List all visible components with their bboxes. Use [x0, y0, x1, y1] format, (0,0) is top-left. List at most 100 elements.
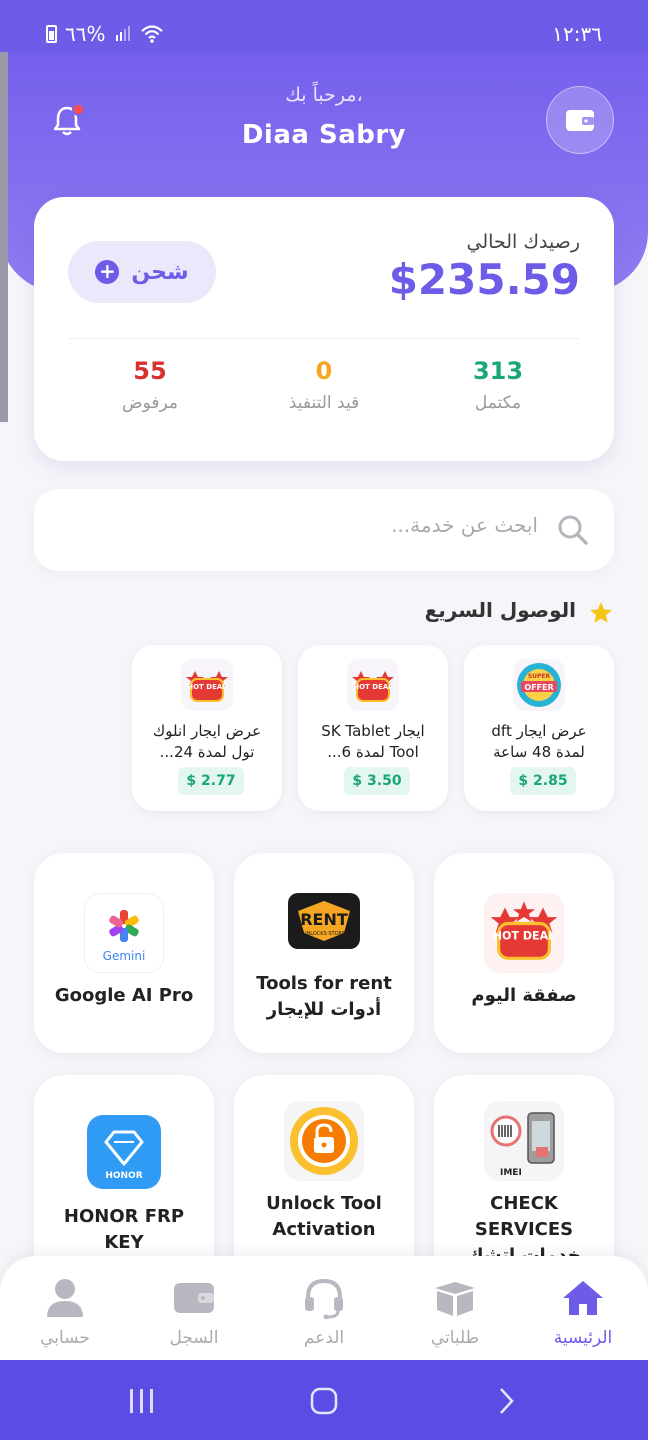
battery-level: ٦٦% [65, 22, 106, 46]
quick-item-name-line1: عرض ايجار dft [491, 722, 587, 740]
quick-item-price: $ 2.77 [178, 767, 244, 795]
stat-rejected: 55 مرفوض [80, 357, 220, 413]
honor-icon: HONOR [87, 1115, 161, 1189]
quick-item-name: عرض ايجار انلوك تول لمدة 24... [140, 721, 274, 763]
imei-check-icon: IMEI [484, 1101, 564, 1181]
stat-rejected-label: مرفوض [122, 393, 178, 413]
status-icons: ٦٦% [46, 22, 164, 46]
quick-item[interactable]: SUPER OFFER عرض ايجار dft لمدة 48 ساعة $ 2… [464, 645, 614, 811]
service-name-line2: أدوات للإيجار [266, 999, 382, 1020]
quick-item[interactable]: HOT DEAL ايجار SK Tablet Tool لمدة 6... $… [298, 645, 448, 811]
home-system-button[interactable] [304, 1384, 344, 1418]
svg-text:SUPER: SUPER [528, 673, 551, 680]
search-icon [558, 515, 588, 545]
svg-text:HOT DEAL: HOT DEAL [353, 683, 393, 691]
nav-orders-label: طلباتي [430, 1328, 480, 1348]
user-icon [41, 1276, 89, 1320]
service-name-line1: CHECK SERVICES [474, 1193, 574, 1240]
quick-item-name-line1: عرض ايجار انلوك [152, 722, 262, 740]
service-name: HONOR FRP KEY [42, 1204, 206, 1256]
service-name: Google AI Pro [42, 983, 206, 1009]
svg-text:IMEI: IMEI [500, 1168, 522, 1178]
quick-item-name-line2: Tool لمدة 6... [327, 743, 419, 761]
nav-home[interactable]: الرئيسية [528, 1276, 638, 1348]
service-name-line1: Google AI Pro [54, 985, 194, 1006]
back-button[interactable] [486, 1384, 526, 1418]
search-input[interactable]: ابحث عن خدمة... [34, 489, 614, 571]
plus-icon: + [95, 260, 120, 284]
service-name-line2: Activation [272, 1219, 376, 1240]
quick-item-name-line1: ايجار SK Tablet [321, 722, 425, 740]
quick-item-name: عرض ايجار dft لمدة 48 ساعة [472, 721, 606, 763]
offer-badge-icon: SUPER OFFER [513, 659, 565, 711]
headset-icon [300, 1276, 348, 1320]
nav-support[interactable]: الدعم [269, 1276, 379, 1348]
balance-label: رصيدك الحالي [466, 231, 580, 253]
battery-icon [46, 25, 57, 43]
charge-button[interactable]: + شحن [68, 241, 216, 303]
quick-item[interactable]: HOT DEAL عرض ايجار انلوك تول لمدة 24... $… [132, 645, 282, 811]
svg-text:HOT DEAL: HOT DEAL [493, 929, 556, 942]
stat-pending-label: قيد التنفيذ [288, 393, 360, 413]
rent-unlocks-store-icon: RENT UNLOCKS STORE [284, 881, 364, 961]
service-name: Tools for rent أدوات للإيجار [242, 971, 406, 1023]
recents-icon [130, 1389, 153, 1413]
recents-button[interactable] [122, 1384, 162, 1418]
svg-text:Gemini: Gemini [103, 949, 146, 963]
unlock-tool-icon [284, 1101, 364, 1181]
service-name-line1: Unlock Tool [266, 1193, 382, 1214]
chevron-right-icon [500, 1388, 514, 1414]
svg-text:OFFER: OFFER [524, 683, 553, 692]
service-name: Unlock Tool Activation [242, 1191, 406, 1243]
service-card-google-ai-pro[interactable]: Gemini Google AI Pro [34, 853, 214, 1053]
home-icon [559, 1276, 607, 1320]
signal-icon [115, 26, 130, 41]
stat-completed-value: 313 [472, 357, 524, 385]
quick-item-name: ايجار SK Tablet Tool لمدة 6... [306, 721, 440, 763]
status-time: ١٢:٣٦ [552, 22, 602, 46]
service-card-check-services[interactable]: IMEI CHECK SERVICESخدمات اتشك [434, 1075, 614, 1266]
quick-access-title: الوصول السريع [424, 598, 576, 622]
stat-pending-value: 0 [315, 357, 333, 385]
service-name-line1: صفقة اليوم [471, 985, 577, 1006]
wallet-button[interactable] [546, 86, 614, 154]
side-edge [0, 52, 8, 422]
quick-item-price: $ 3.50 [344, 767, 410, 795]
service-card-tools-rent[interactable]: RENT UNLOCKS STORE Tools for rent أدوات لل… [234, 853, 414, 1053]
system-nav-bar [0, 1360, 648, 1440]
status-bar: ٦٦% ١٢:٣٦ [0, 0, 648, 52]
wifi-icon [140, 25, 163, 43]
box-icon [431, 1276, 479, 1320]
nav-home-label: الرئيسية [553, 1328, 613, 1348]
bottom-nav: الرئيسية طلباتي الدعم السجل حسابي [0, 1256, 648, 1360]
nav-history-label: السجل [169, 1328, 219, 1348]
nav-account-label: حسابي [40, 1328, 90, 1348]
card-divider [68, 338, 580, 339]
gemini-icon: Gemini [84, 893, 164, 973]
search-placeholder: ابحث عن خدمة... [391, 513, 538, 537]
stat-completed: 313 مكتمل [428, 357, 568, 413]
wallet-icon [566, 110, 594, 131]
notification-dot [72, 103, 85, 116]
service-card-unlock-tool[interactable]: Unlock Tool Activation [234, 1075, 414, 1256]
svg-text:UNLOCKS STORE: UNLOCKS STORE [303, 931, 345, 937]
charge-label: شحن [131, 259, 189, 285]
nav-support-label: الدعم [303, 1328, 345, 1348]
service-name-line1: HONOR FRP KEY [63, 1206, 185, 1253]
svg-text:HOT DEAL: HOT DEAL [187, 683, 227, 691]
hot-deal-icon: HOT DEAL [484, 893, 564, 973]
service-name-line1: Tools for rent [256, 973, 392, 994]
balance-value: $235.59 [388, 255, 580, 304]
nav-orders[interactable]: طلباتي [400, 1276, 510, 1348]
service-card-honor-frp[interactable]: HONOR HONOR FRP KEY [34, 1075, 214, 1256]
svg-text:RENT: RENT [300, 910, 348, 929]
stat-pending: 0 قيد التنفيذ [254, 357, 394, 413]
stat-rejected-value: 55 [133, 357, 167, 385]
home-circle-icon [310, 1387, 338, 1415]
nav-account[interactable]: حسابي [10, 1276, 120, 1348]
star-icon [590, 602, 612, 623]
service-name: صفقة اليوم [442, 983, 606, 1009]
nav-history[interactable]: السجل [139, 1276, 249, 1348]
quick-item-price: $ 2.85 [510, 767, 576, 795]
service-card-deal-of-day[interactable]: HOT DEAL صفقة اليوم [434, 853, 614, 1053]
